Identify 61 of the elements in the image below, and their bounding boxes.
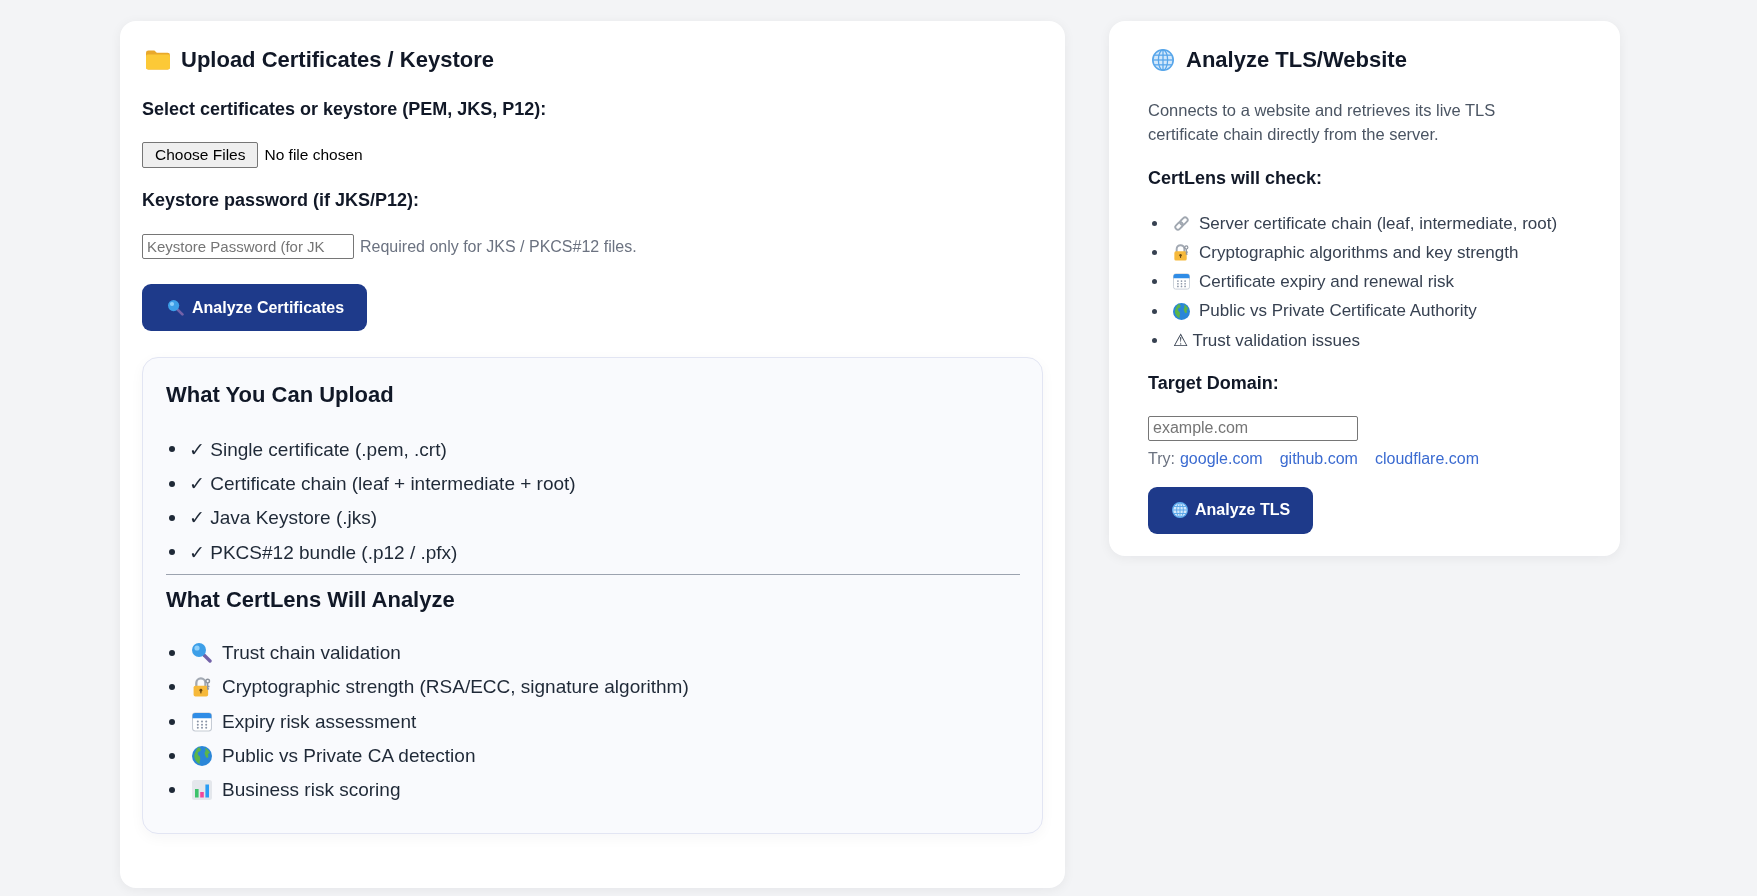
field-label: Target Domain:	[1148, 371, 1279, 395]
chain-link-icon	[1173, 215, 1190, 233]
try-label: Try:	[1148, 449, 1175, 468]
description-text: Connects to a website and retrieves its live TLS certificate chain directly from the server.	[1148, 100, 1497, 145]
list-item-text: Expiry risk assessment	[222, 710, 417, 733]
list-item-text: ⚠ Trust validation issues	[1173, 329, 1360, 351]
list-item-text: Certificate expiry and renewal risk	[1199, 271, 1455, 292]
bullet-icon	[169, 514, 175, 521]
bullet-icon	[169, 718, 175, 725]
field-label: Keystore password (if JKS/P12):	[142, 189, 420, 212]
bullet-icon	[169, 684, 175, 691]
calendar-icon	[1173, 273, 1190, 291]
suggestion-link[interactable]: github.com	[1279, 449, 1358, 468]
domain-field[interactable]: example.com	[1148, 415, 1358, 441]
choose-files-button[interactable]: Choose Files	[142, 142, 259, 168]
list-item-text: Trust chain validation	[222, 641, 401, 664]
bar-chart-icon	[192, 780, 212, 801]
list-item-text: ✓ Single certificate (.pem, .crt)	[189, 437, 447, 461]
bullet-icon	[1152, 221, 1157, 227]
list-item-text: Cryptographic algorithms and key strength	[1199, 242, 1519, 263]
padlock-key-icon	[192, 677, 212, 698]
bullet-icon	[1152, 308, 1157, 314]
suggestion-link[interactable]: cloudflare.com	[1374, 449, 1479, 468]
folder-icon	[146, 49, 170, 71]
magnifier-icon	[192, 642, 212, 663]
calendar-icon	[192, 711, 212, 732]
bullet-icon	[1152, 250, 1157, 256]
bullet-icon	[169, 752, 175, 759]
globe-icon	[1172, 502, 1188, 519]
section-heading: What You Can Upload	[166, 381, 395, 409]
list-item-text: ✓ Java Keystore (.jks)	[189, 506, 378, 530]
bullet-icon	[169, 446, 175, 453]
bullet-icon	[1152, 279, 1157, 285]
bullet-icon	[169, 549, 175, 556]
analyze-tls-button[interactable]: Analyze TLS	[1148, 486, 1314, 534]
section-heading: What CertLens Will Analyze	[166, 585, 456, 614]
checks-heading: CertLens will check:	[1148, 167, 1323, 190]
list-item-text: Public vs Private CA detection	[222, 744, 476, 767]
panel-title: Analyze TLS/Website	[1186, 46, 1407, 74]
password-field[interactable]: Keystore Password (for JK	[142, 234, 354, 259]
list-item-text: Server certificate chain (leaf, intermediate, root)	[1199, 213, 1558, 234]
bullet-icon	[169, 649, 175, 656]
list-item-text: ✓ Certificate chain (leaf + intermediate + root)	[189, 472, 576, 496]
file-status-text: No file chosen	[264, 146, 363, 164]
earth-icon	[1173, 302, 1190, 320]
magnifier-icon	[168, 299, 184, 316]
list-item-text: Cryptographic strength (RSA/ECC, signature algorithm)	[222, 676, 689, 699]
list-item-text: Public vs Private Certificate Authority	[1199, 301, 1477, 322]
list-item-text: ✓ PKCS#12 bundle (.p12 / .pfx)	[189, 540, 458, 564]
bullet-icon	[169, 787, 175, 794]
bullet-icon	[1152, 337, 1157, 343]
analyze-certificates-button[interactable]: Analyze Certificates	[142, 284, 368, 331]
globe-icon	[1151, 49, 1175, 71]
suggestion-link[interactable]: google.com	[1179, 449, 1263, 468]
list-item-text: Business risk scoring	[222, 779, 401, 802]
panel-title: Upload Certificates / Keystore	[181, 46, 494, 74]
field-label: Select certificates or keystore (PEM, JKS, P12):	[142, 98, 547, 121]
padlock-key-icon	[1173, 244, 1190, 262]
bullet-icon	[169, 480, 175, 487]
hint-text: Required only for JKS / PKCS#12 files.	[360, 237, 637, 256]
earth-icon	[192, 745, 212, 766]
